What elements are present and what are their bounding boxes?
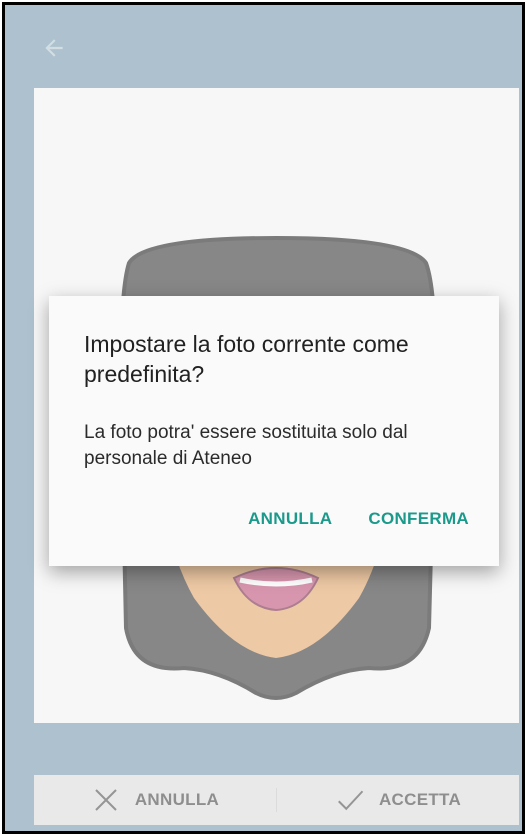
dialog-title: Impostare la foto corrente come predefin… [84,331,409,387]
app-screen: ANNULLA ACCETTA Impostare la foto corren… [2,2,525,834]
dialog-confirm-button[interactable]: CONFERMA [368,509,469,529]
dialog-cancel-button[interactable]: ANNULLA [248,509,332,529]
confirm-dialog: Impostare la foto corrente come predefin… [49,296,499,566]
dialog-message: La foto potra' essere sostituita solo da… [84,422,408,469]
dialog-actions: ANNULLA CONFERMA [248,509,469,529]
